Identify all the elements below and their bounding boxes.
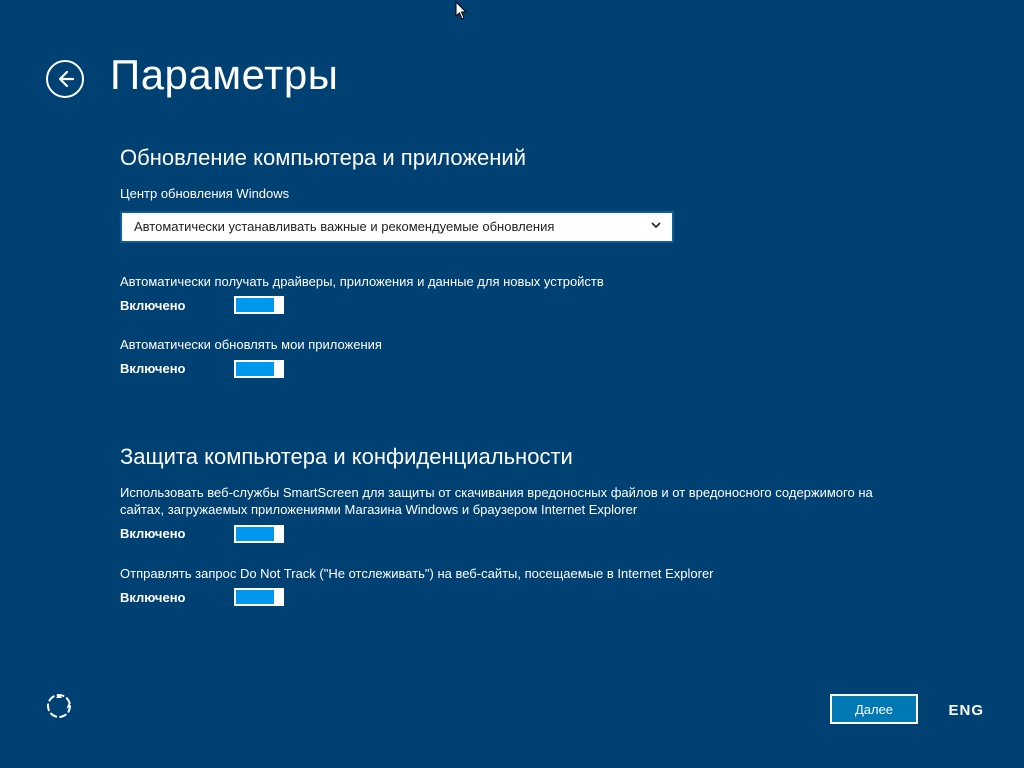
next-button-label: Далее: [855, 702, 893, 717]
next-button[interactable]: Далее: [830, 694, 918, 724]
dropdown-selected-value: Автоматически устанавливать важные и рек…: [134, 219, 554, 234]
section-heading-privacy: Защита компьютера и конфиденциальности: [120, 444, 910, 470]
auto-apps-toggle[interactable]: [234, 360, 284, 378]
smartscreen-state: Включено: [120, 526, 206, 541]
auto-drivers-state: Включено: [120, 298, 206, 313]
windows-update-label: Центр обновления Windows: [120, 185, 910, 203]
page-title: Параметры: [110, 51, 338, 99]
arrow-left-icon: [55, 69, 75, 89]
language-indicator[interactable]: ENG: [948, 702, 984, 719]
ease-of-access-button[interactable]: [44, 691, 74, 726]
windows-update-dropdown[interactable]: Автоматически устанавливать важные и рек…: [120, 211, 674, 243]
cursor-icon: [455, 1, 471, 21]
smartscreen-toggle[interactable]: [234, 525, 284, 543]
dnt-toggle[interactable]: [234, 588, 284, 606]
auto-drivers-label: Автоматически получать драйверы, приложе…: [120, 273, 910, 291]
section-heading-updates: Обновление компьютера и приложений: [120, 145, 910, 171]
chevron-down-icon: [650, 219, 662, 234]
dnt-label: Отправлять запрос Do Not Track ("Не отсл…: [120, 565, 910, 583]
dnt-state: Включено: [120, 590, 206, 605]
ease-of-access-icon: [44, 691, 74, 721]
auto-apps-label: Автоматически обновлять мои приложения: [120, 336, 910, 354]
back-button[interactable]: [46, 60, 84, 98]
smartscreen-label: Использовать веб-службы SmartScreen для …: [120, 484, 910, 519]
auto-drivers-toggle[interactable]: [234, 296, 284, 314]
auto-apps-state: Включено: [120, 361, 206, 376]
